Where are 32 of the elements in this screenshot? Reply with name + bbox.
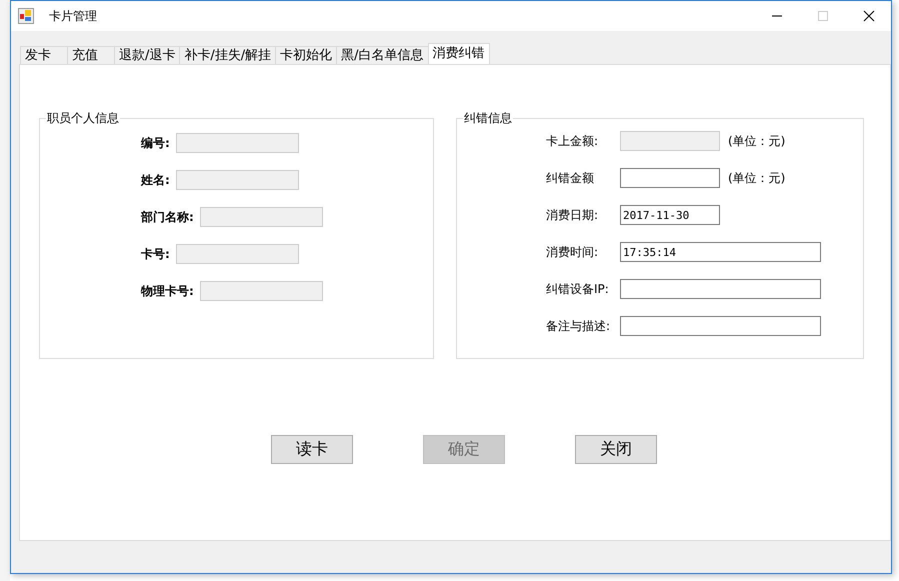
input-field[interactable]: 2017-11-30 (620, 205, 720, 225)
group-title: 纠错信息 (463, 110, 513, 127)
app-icon (18, 8, 34, 24)
field-label: 卡上金额: (546, 132, 600, 150)
tab[interactable]: 黑/白名单信息 (336, 46, 429, 64)
unit-label: (单位：元) (728, 132, 786, 150)
field-label: 消费日期: (546, 206, 600, 224)
input-field[interactable] (620, 279, 821, 299)
tab[interactable]: 退款/退卡 (114, 46, 180, 64)
input-field[interactable] (620, 168, 720, 188)
window-title: 卡片管理 (49, 8, 97, 24)
field-label: 卡号: (141, 246, 170, 262)
tab[interactable]: 发卡 (20, 46, 68, 64)
field-label: 纠错设备IP: (546, 280, 610, 298)
close-icon[interactable] (863, 10, 875, 22)
action-button[interactable]: 读卡 (271, 435, 353, 464)
tab[interactable]: 充值 (67, 46, 115, 64)
tab[interactable]: 卡初始化 (275, 46, 338, 64)
field-label: 编号: (141, 134, 170, 152)
input-field[interactable]: 17:35:14 (620, 242, 821, 262)
field-label: 消费时间: (546, 244, 600, 260)
field-label: 部门名称: (141, 208, 194, 226)
action-button[interactable]: 关闭 (575, 435, 657, 464)
group-title: 职员个人信息 (46, 110, 120, 127)
tab[interactable]: 消费纠错 (428, 43, 490, 64)
tab[interactable]: 补卡/挂失/解挂 (179, 46, 276, 64)
field-label: 姓名: (141, 172, 170, 188)
input-field[interactable] (620, 316, 821, 336)
field-label: 备注与描述: (546, 318, 612, 334)
unit-label: (单位：元) (728, 170, 786, 186)
field-label: 纠错金额 (546, 170, 595, 186)
field-label: 物理卡号: (141, 282, 194, 300)
